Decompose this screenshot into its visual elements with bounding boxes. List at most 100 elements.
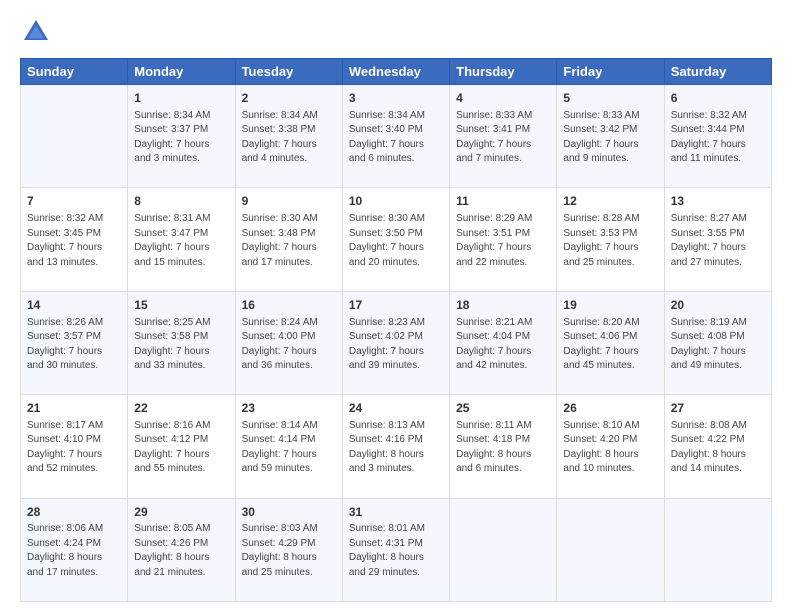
calendar-cell: 23 Sunrise: 8:14 AM Sunset: 4:14 PM Dayli… [235,395,342,498]
calendar-cell: 8 Sunrise: 8:31 AM Sunset: 3:47 PM Daylig… [128,188,235,291]
day-number: 30 [242,504,336,521]
calendar-cell [21,85,128,188]
cell-info: Sunrise: 8:17 AM Sunset: 4:10 PM Dayligh… [27,419,121,477]
day-number: 14 [27,297,121,314]
day-number: 27 [671,400,765,417]
calendar-cell: 15 Sunrise: 8:25 AM Sunset: 3:58 PM Dayli… [128,291,235,394]
cell-info: Sunrise: 8:11 AM Sunset: 4:18 PM Dayligh… [456,419,550,477]
day-number: 4 [456,90,550,107]
calendar-cell: 12Sunrise: 8:28 AM Sunset: 3:53 PM Dayli… [557,188,664,291]
calendar-cell: 14 Sunrise: 8:26 AM Sunset: 3:57 PM Dayli… [21,291,128,394]
calendar-cell: 25Sunrise: 8:11 AM Sunset: 4:18 PM Dayli… [450,395,557,498]
calendar-day-header: Sunday [21,59,128,85]
calendar-cell: 24 Sunrise: 8:13 AM Sunset: 4:16 PM Dayli… [342,395,449,498]
cell-info: Sunrise: 8:05 AM Sunset: 4:26 PM Dayligh… [134,522,228,580]
cell-info: Sunrise: 8:34 AM Sunset: 3:38 PM Dayligh… [242,109,336,167]
day-number: 19 [563,297,657,314]
day-number: 18 [456,297,550,314]
calendar-cell: 21 Sunrise: 8:17 AM Sunset: 4:10 PM Dayli… [21,395,128,498]
cell-info: Sunrise: 8:32 AM Sunset: 3:44 PM Dayligh… [671,109,765,167]
calendar-week-row: 14 Sunrise: 8:26 AM Sunset: 3:57 PM Dayli… [21,291,772,394]
page: SundayMondayTuesdayWednesdayThursdayFrid… [0,0,792,612]
cell-info: Sunrise: 8:25 AM Sunset: 3:58 PM Dayligh… [134,316,228,374]
day-number: 17 [349,297,443,314]
day-number: 9 [242,193,336,210]
logo-icon [20,16,52,48]
calendar-cell: 13 Sunrise: 8:27 AM Sunset: 3:55 PM Dayli… [664,188,771,291]
calendar-cell: 11 Sunrise: 8:29 AM Sunset: 3:51 PM Dayli… [450,188,557,291]
cell-info: Sunrise: 8:13 AM Sunset: 4:16 PM Dayligh… [349,419,443,477]
day-number: 28 [27,504,121,521]
day-number: 8 [134,193,228,210]
calendar-table: SundayMondayTuesdayWednesdayThursdayFrid… [20,58,772,602]
day-number: 6 [671,90,765,107]
cell-info: Sunrise: 8:31 AM Sunset: 3:47 PM Dayligh… [134,212,228,270]
calendar-cell: 5Sunrise: 8:33 AM Sunset: 3:42 PM Daylig… [557,85,664,188]
day-number: 16 [242,297,336,314]
logo [20,16,56,48]
cell-info: Sunrise: 8:08 AM Sunset: 4:22 PM Dayligh… [671,419,765,477]
calendar-cell: 9Sunrise: 8:30 AM Sunset: 3:48 PM Daylig… [235,188,342,291]
calendar-cell: 30Sunrise: 8:03 AM Sunset: 4:29 PM Dayli… [235,498,342,601]
day-number: 21 [27,400,121,417]
day-number: 29 [134,504,228,521]
cell-info: Sunrise: 8:27 AM Sunset: 3:55 PM Dayligh… [671,212,765,270]
day-number: 3 [349,90,443,107]
day-number: 24 [349,400,443,417]
day-number: 10 [349,193,443,210]
day-number: 23 [242,400,336,417]
cell-info: Sunrise: 8:33 AM Sunset: 3:41 PM Dayligh… [456,109,550,167]
cell-info: Sunrise: 8:28 AM Sunset: 3:53 PM Dayligh… [563,212,657,270]
calendar-cell: 22 Sunrise: 8:16 AM Sunset: 4:12 PM Dayli… [128,395,235,498]
day-number: 26 [563,400,657,417]
cell-info: Sunrise: 8:03 AM Sunset: 4:29 PM Dayligh… [242,522,336,580]
calendar-cell: 3 Sunrise: 8:34 AM Sunset: 3:40 PM Daylig… [342,85,449,188]
header [20,16,772,48]
calendar-day-header: Tuesday [235,59,342,85]
day-number: 22 [134,400,228,417]
calendar-cell: 1Sunrise: 8:34 AM Sunset: 3:37 PM Daylig… [128,85,235,188]
day-number: 15 [134,297,228,314]
calendar-cell: 28Sunrise: 8:06 AM Sunset: 4:24 PM Dayli… [21,498,128,601]
cell-info: Sunrise: 8:34 AM Sunset: 3:40 PM Dayligh… [349,109,443,167]
cell-info: Sunrise: 8:16 AM Sunset: 4:12 PM Dayligh… [134,419,228,477]
calendar-cell: 31Sunrise: 8:01 AM Sunset: 4:31 PM Dayli… [342,498,449,601]
day-number: 11 [456,193,550,210]
cell-info: Sunrise: 8:29 AM Sunset: 3:51 PM Dayligh… [456,212,550,270]
calendar-day-header: Friday [557,59,664,85]
cell-info: Sunrise: 8:19 AM Sunset: 4:08 PM Dayligh… [671,316,765,374]
cell-info: Sunrise: 8:24 AM Sunset: 4:00 PM Dayligh… [242,316,336,374]
calendar-week-row: 21 Sunrise: 8:17 AM Sunset: 4:10 PM Dayli… [21,395,772,498]
calendar-cell: 17 Sunrise: 8:23 AM Sunset: 4:02 PM Dayli… [342,291,449,394]
calendar-cell: 18 Sunrise: 8:21 AM Sunset: 4:04 PM Dayli… [450,291,557,394]
cell-info: Sunrise: 8:23 AM Sunset: 4:02 PM Dayligh… [349,316,443,374]
calendar-day-header: Saturday [664,59,771,85]
calendar-cell [450,498,557,601]
cell-info: Sunrise: 8:14 AM Sunset: 4:14 PM Dayligh… [242,419,336,477]
calendar-cell: 27 Sunrise: 8:08 AM Sunset: 4:22 PM Dayli… [664,395,771,498]
calendar-cell: 10 Sunrise: 8:30 AM Sunset: 3:50 PM Dayli… [342,188,449,291]
calendar-week-row: 7Sunrise: 8:32 AM Sunset: 3:45 PM Daylig… [21,188,772,291]
day-number: 20 [671,297,765,314]
calendar-cell: 6 Sunrise: 8:32 AM Sunset: 3:44 PM Daylig… [664,85,771,188]
calendar-day-header: Monday [128,59,235,85]
calendar-day-header: Wednesday [342,59,449,85]
calendar-cell: 7Sunrise: 8:32 AM Sunset: 3:45 PM Daylig… [21,188,128,291]
calendar-cell: 20 Sunrise: 8:19 AM Sunset: 4:08 PM Dayli… [664,291,771,394]
cell-info: Sunrise: 8:34 AM Sunset: 3:37 PM Dayligh… [134,109,228,167]
calendar-cell: 2 Sunrise: 8:34 AM Sunset: 3:38 PM Daylig… [235,85,342,188]
calendar-cell: 19Sunrise: 8:20 AM Sunset: 4:06 PM Dayli… [557,291,664,394]
calendar-cell: 4 Sunrise: 8:33 AM Sunset: 3:41 PM Daylig… [450,85,557,188]
calendar-day-header: Thursday [450,59,557,85]
cell-info: Sunrise: 8:26 AM Sunset: 3:57 PM Dayligh… [27,316,121,374]
day-number: 31 [349,504,443,521]
cell-info: Sunrise: 8:30 AM Sunset: 3:50 PM Dayligh… [349,212,443,270]
day-number: 2 [242,90,336,107]
calendar-header-row: SundayMondayTuesdayWednesdayThursdayFrid… [21,59,772,85]
calendar-cell: 26Sunrise: 8:10 AM Sunset: 4:20 PM Dayli… [557,395,664,498]
cell-info: Sunrise: 8:21 AM Sunset: 4:04 PM Dayligh… [456,316,550,374]
cell-info: Sunrise: 8:06 AM Sunset: 4:24 PM Dayligh… [27,522,121,580]
calendar-cell [557,498,664,601]
cell-info: Sunrise: 8:32 AM Sunset: 3:45 PM Dayligh… [27,212,121,270]
day-number: 13 [671,193,765,210]
